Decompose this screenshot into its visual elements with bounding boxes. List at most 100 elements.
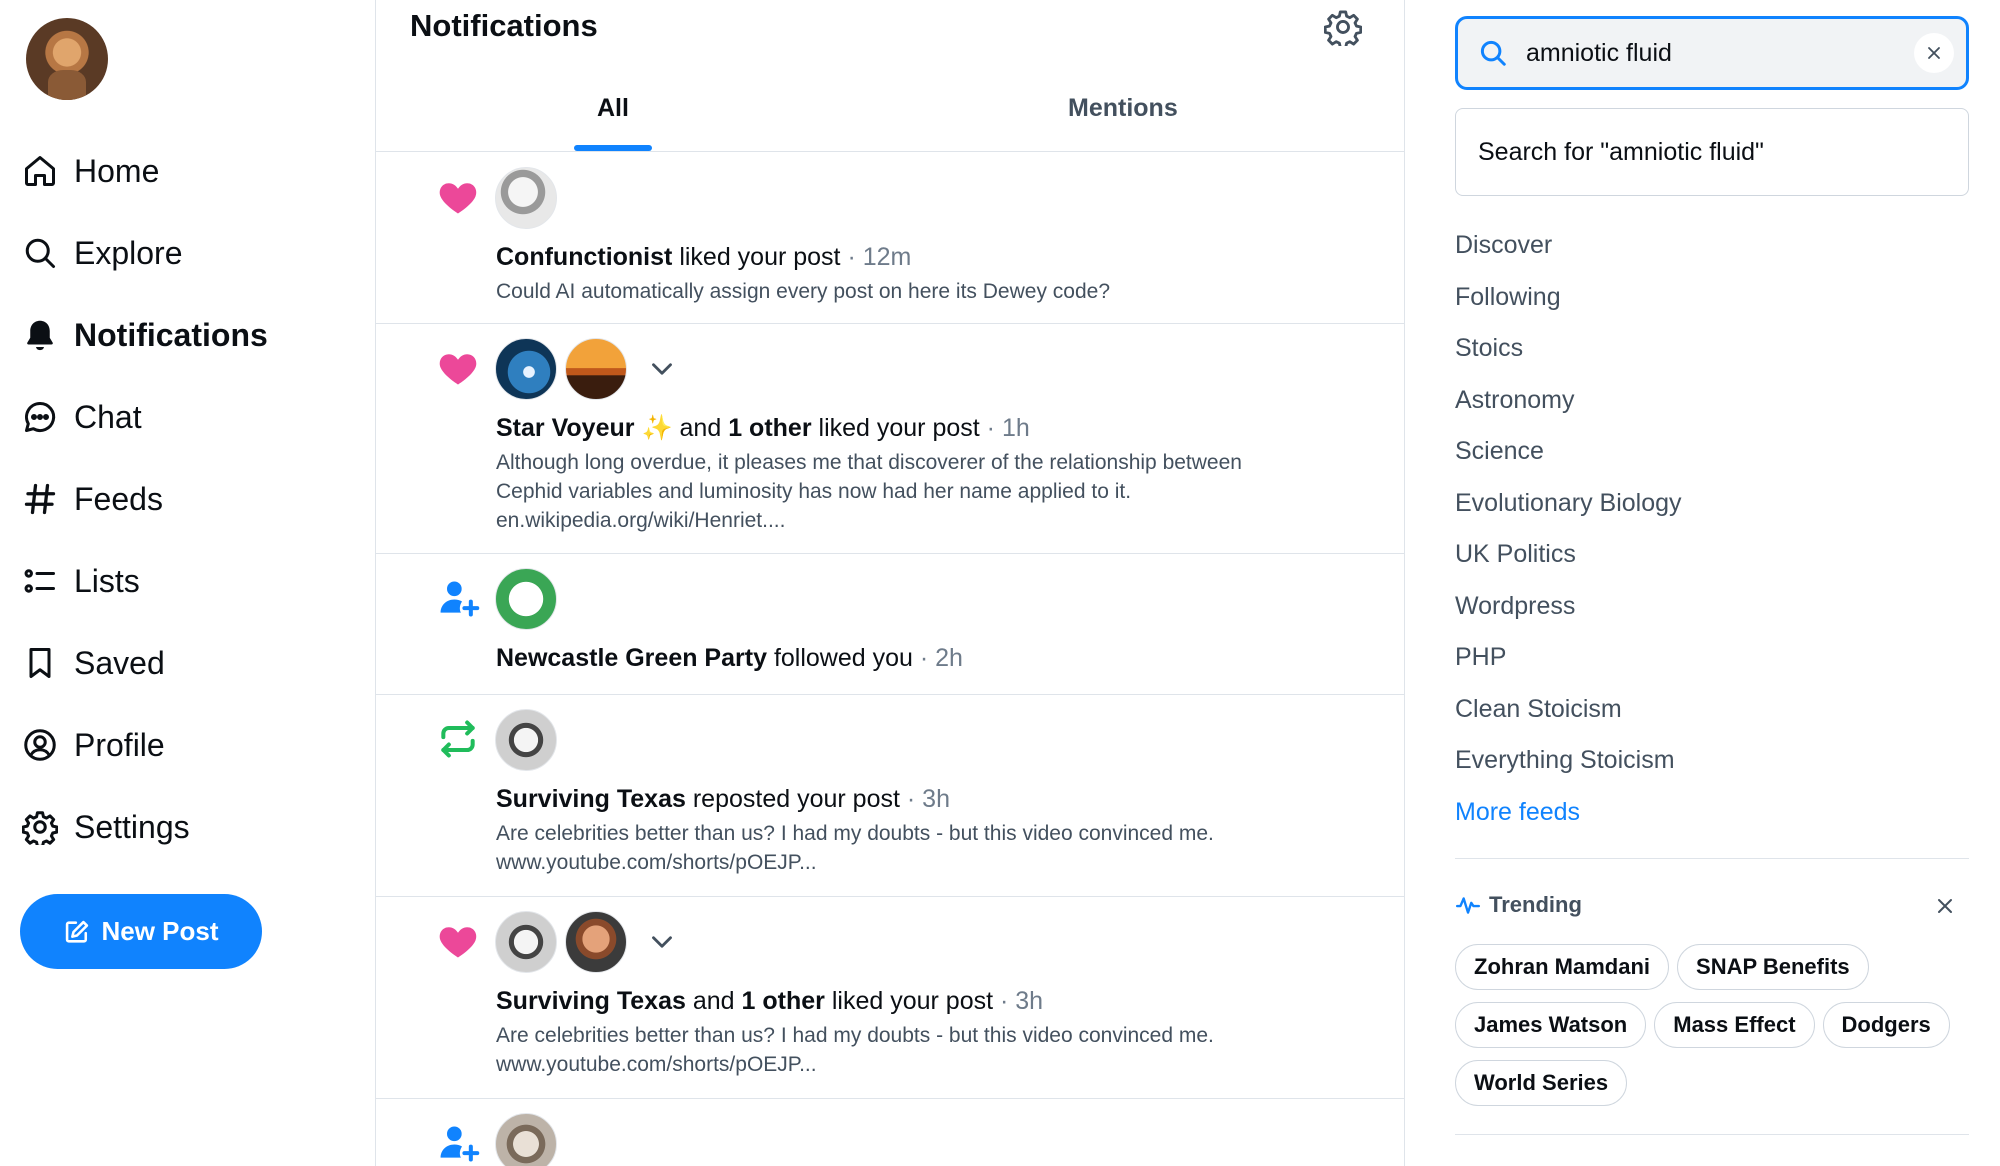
action-text: liked your post xyxy=(831,987,994,1015)
avatar[interactable] xyxy=(495,709,557,771)
preview-link[interactable]: www.youtube.com/shorts/pOEJP... xyxy=(496,1050,1376,1079)
post-preview: Could AI automatically assign every post… xyxy=(496,277,1376,306)
nav-item-feeds[interactable]: Feeds xyxy=(22,458,268,540)
nav-item-chat[interactable]: Chat xyxy=(22,376,268,458)
gear-icon[interactable] xyxy=(1324,8,1362,46)
trending-chip[interactable]: World Series xyxy=(1455,1060,1628,1106)
hash-icon xyxy=(22,481,58,517)
preview-line: Could AI automatically assign every post… xyxy=(496,280,1110,303)
avatar[interactable] xyxy=(565,338,627,400)
trending-chip[interactable]: Dodgers xyxy=(1822,1002,1950,1048)
actor-name[interactable]: Surviving Texas xyxy=(496,785,686,813)
avatar[interactable] xyxy=(565,911,627,973)
nav-item-explore[interactable]: Explore xyxy=(22,212,268,294)
feed-link[interactable]: Following xyxy=(1455,278,1682,330)
preview-link[interactable]: en.wikipedia.org/wiki/Henriet.... xyxy=(496,506,1376,535)
notification-item[interactable]: Confunctionist liked your post · 12m Cou… xyxy=(376,153,1404,324)
feed-link[interactable]: Astronomy xyxy=(1455,381,1682,433)
nav-label: Settings xyxy=(74,808,190,845)
person-add-icon xyxy=(436,576,480,620)
nav-label: Notifications xyxy=(74,316,268,353)
nav-item-saved[interactable]: Saved xyxy=(22,622,268,704)
timestamp: 3h xyxy=(922,785,950,813)
avatar[interactable] xyxy=(495,911,557,973)
actor-name[interactable]: Newcastle Green Party xyxy=(496,644,767,672)
heart-icon xyxy=(436,919,480,963)
notification-item[interactable]: Newcastle Green Party followed you · 2h xyxy=(376,554,1404,695)
actor-name[interactable]: Star Voyeur xyxy=(496,414,634,442)
action-text: liked your post xyxy=(818,414,980,442)
chip-row: James Watson Mass Effect Dodgers xyxy=(1455,1002,1975,1048)
close-icon[interactable] xyxy=(1933,894,1957,918)
separator: · xyxy=(986,414,995,442)
nav-item-home[interactable]: Home xyxy=(22,130,268,212)
avatar[interactable] xyxy=(495,568,557,630)
avatar[interactable] xyxy=(495,1113,557,1166)
post-preview: Are celebrities better than us? I had my… xyxy=(496,1021,1376,1079)
feed-link[interactable]: Science xyxy=(1455,432,1682,484)
chip-row: Zohran Mamdani SNAP Benefits xyxy=(1455,944,1975,990)
search-suggestion[interactable]: Search for "amniotic fluid" xyxy=(1455,108,1969,196)
close-icon xyxy=(1928,47,1940,59)
feed-link[interactable]: Discover xyxy=(1455,226,1682,278)
notification-item[interactable]: Star Voyeur ✨ and 1 other liked your pos… xyxy=(376,324,1404,554)
nav-item-profile[interactable]: Profile xyxy=(22,704,268,786)
trending-chip[interactable]: James Watson xyxy=(1455,1002,1647,1048)
avatar[interactable] xyxy=(495,338,557,400)
divider xyxy=(1455,858,1969,859)
actor-name[interactable]: Surviving Texas xyxy=(496,987,686,1015)
feed-link[interactable]: Wordpress xyxy=(1455,587,1682,639)
notification-item[interactable] xyxy=(376,1099,1404,1166)
feed-link[interactable]: PHP xyxy=(1455,638,1682,690)
avatar[interactable] xyxy=(495,167,557,229)
joiner-text: and xyxy=(692,987,735,1015)
avatar[interactable] xyxy=(26,18,108,100)
feed-link[interactable]: Everything Stoicism xyxy=(1455,741,1682,793)
avatar-row xyxy=(495,1113,565,1166)
list-icon xyxy=(22,563,58,599)
profile-icon xyxy=(22,727,58,763)
tab-all[interactable]: All xyxy=(597,94,629,123)
post-preview: Are celebrities better than us? I had my… xyxy=(496,819,1376,877)
notification-item[interactable]: Surviving Texas reposted your post · 3h … xyxy=(376,695,1404,897)
action-text: followed you xyxy=(773,644,913,672)
preview-line: Are celebrities better than us? I had my… xyxy=(496,822,1214,845)
clear-search-button[interactable] xyxy=(1914,33,1954,73)
trending-chip[interactable]: SNAP Benefits xyxy=(1677,944,1869,990)
others-count[interactable]: 1 other xyxy=(728,414,811,442)
tab-mentions[interactable]: Mentions xyxy=(1068,94,1178,123)
action-text: liked your post xyxy=(679,243,841,271)
search-input[interactable] xyxy=(1526,38,1906,68)
nav-label: Chat xyxy=(74,398,142,435)
actor-name[interactable]: Confunctionist xyxy=(496,243,672,271)
avatar-row xyxy=(495,911,679,973)
tab-indicator xyxy=(574,145,652,151)
trending-chip[interactable]: Zohran Mamdani xyxy=(1455,944,1670,990)
page-title: Notifications xyxy=(410,8,598,43)
trending-chip[interactable]: Mass Effect xyxy=(1654,1002,1815,1048)
separator: · xyxy=(847,243,856,271)
avatar-row xyxy=(495,167,565,229)
others-count[interactable]: 1 other xyxy=(742,987,825,1015)
timestamp: 2h xyxy=(935,644,963,672)
notification-item[interactable]: Surviving Texas and 1 other liked your p… xyxy=(376,897,1404,1099)
chevron-down-icon[interactable] xyxy=(645,352,679,386)
preview-link[interactable]: www.youtube.com/shorts/pOEJP... xyxy=(496,848,1376,877)
avatar-row xyxy=(495,568,565,630)
feed-link[interactable]: Clean Stoicism xyxy=(1455,690,1682,742)
feed-link[interactable]: UK Politics xyxy=(1455,535,1682,587)
feed-link[interactable]: Evolutionary Biology xyxy=(1455,484,1682,536)
nav-item-notifications[interactable]: Notifications xyxy=(22,294,268,376)
chevron-down-icon[interactable] xyxy=(645,925,679,959)
new-post-button[interactable]: New Post xyxy=(20,894,262,969)
chip-row: World Series xyxy=(1455,1060,1975,1106)
gear-icon xyxy=(22,809,58,845)
joiner-text: and xyxy=(679,414,722,442)
separator: · xyxy=(1000,987,1009,1015)
preview-line: Although long overdue, it pleases me tha… xyxy=(496,451,1242,474)
more-feeds-link[interactable]: More feeds xyxy=(1455,793,1682,845)
feed-link[interactable]: Stoics xyxy=(1455,329,1682,381)
trending-topics: Zohran Mamdani SNAP Benefits James Watso… xyxy=(1455,944,1975,1118)
nav-item-lists[interactable]: Lists xyxy=(22,540,268,622)
nav-item-settings[interactable]: Settings xyxy=(22,786,268,868)
